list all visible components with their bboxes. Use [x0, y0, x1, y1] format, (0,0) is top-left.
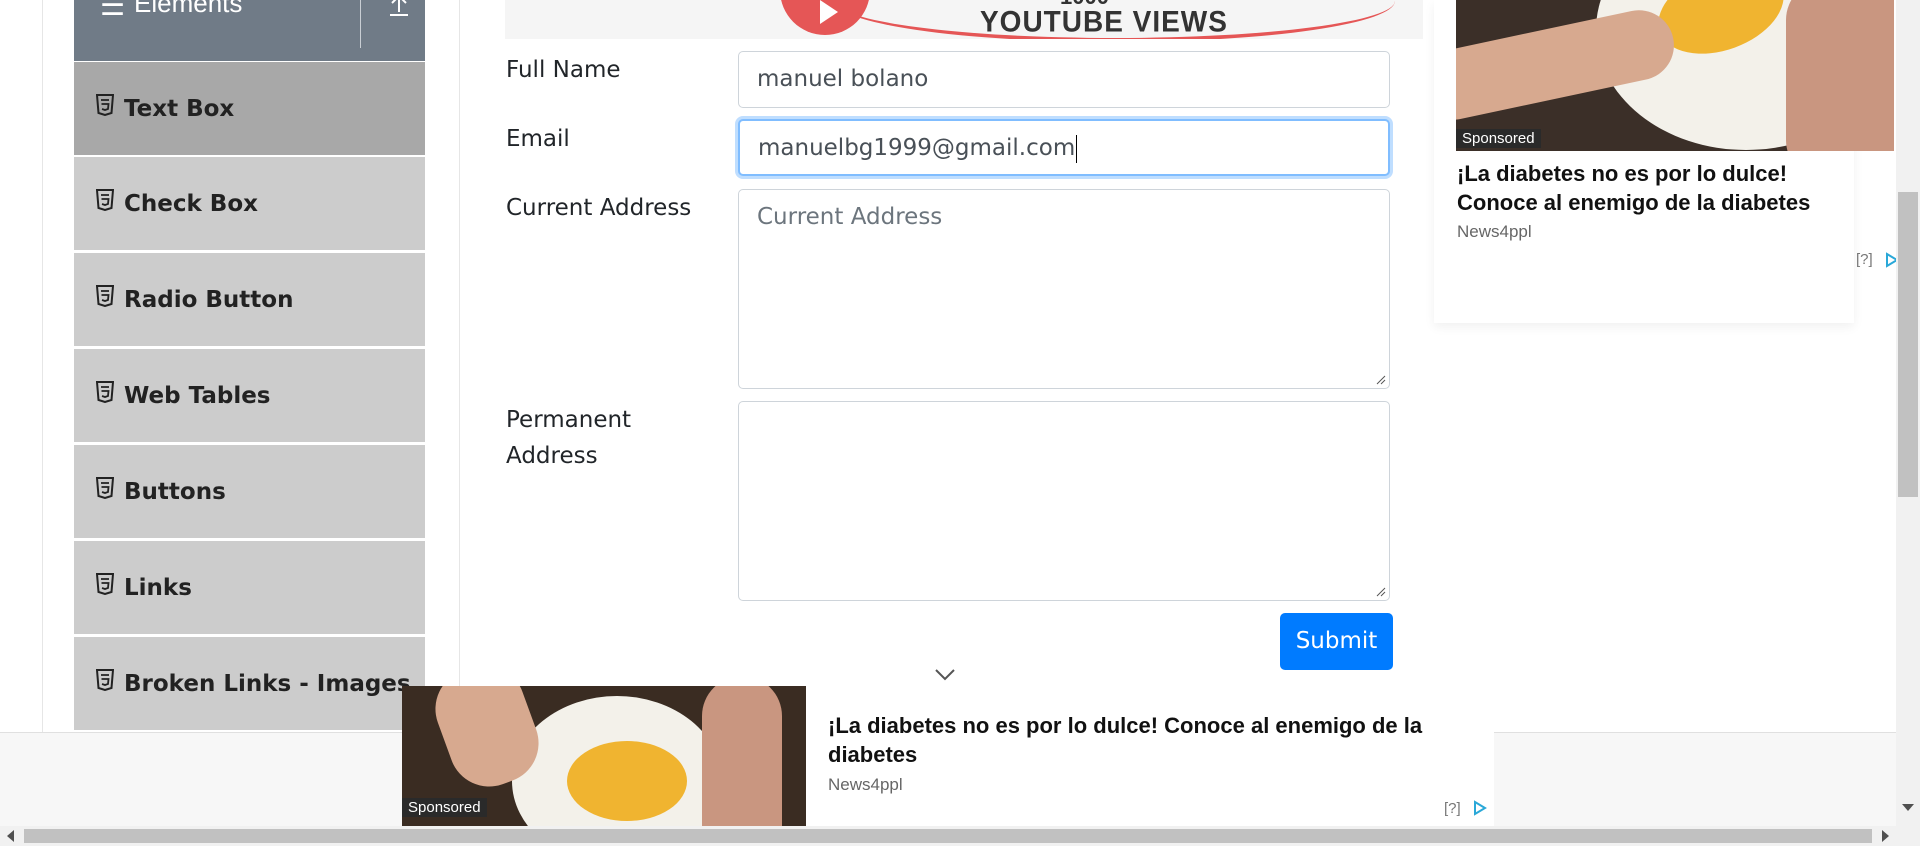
sidebar-item-label: Text Box: [124, 96, 235, 122]
sidebar-item-buttons[interactable]: Buttons: [74, 444, 425, 538]
right-sponsored-ad[interactable]: Sponsored ¡La diabetes no es por lo dulc…: [1434, 0, 1899, 323]
permanent-address-label-line1: Permanent: [506, 407, 632, 433]
banner-text: YOUTUBE VIEWS: [980, 5, 1228, 38]
email-input[interactable]: manuelbg1999@gmail.com: [738, 119, 1390, 176]
sidebar-item-broken-links[interactable]: Broken Links - Images: [74, 636, 425, 730]
full-name-value: manuel bolano: [757, 66, 929, 92]
current-address-label: Current Address: [506, 195, 692, 221]
html5-icon: [96, 189, 114, 211]
resize-handle-icon[interactable]: [1376, 587, 1386, 597]
youtube-views-banner[interactable]: 1000 YOUTUBE VIEWS: [505, 0, 1423, 39]
ad-title-line1[interactable]: ¡La diabetes no es por lo dulce! Conoce …: [828, 711, 1422, 741]
text-caret: [1076, 134, 1078, 163]
resize-handle-icon[interactable]: [1376, 375, 1386, 385]
header-separator: [360, 0, 361, 48]
current-address-placeholder: Current Address: [757, 204, 943, 230]
ad-help[interactable]: [?]: [1856, 251, 1873, 268]
sidebar-item-label: Web Tables: [124, 383, 271, 409]
sidebar-item-label: Links: [124, 575, 192, 601]
html5-icon: [96, 285, 114, 307]
sidebar: ☰ Elements Text Box Check Box Radio Butt…: [74, 0, 425, 732]
sponsored-tag: Sponsored: [402, 798, 487, 817]
ad-title-line2[interactable]: Conoce al enemigo de la diabetes: [1457, 188, 1810, 218]
sidebar-item-links[interactable]: Links: [74, 540, 425, 634]
sidebar-item-label: Radio Button: [124, 287, 294, 313]
email-label: Email: [506, 126, 570, 152]
full-name-input[interactable]: manuel bolano: [738, 51, 1390, 108]
html5-icon: [96, 94, 114, 116]
ad-source: News4ppl: [828, 775, 903, 794]
submit-button[interactable]: Submit: [1280, 613, 1393, 670]
ad-title-line1[interactable]: ¡La diabetes no es por lo dulce!: [1457, 159, 1787, 189]
sidebar-item-radio-button[interactable]: Radio Button: [74, 252, 425, 346]
hamburger-icon: ☰: [100, 0, 126, 21]
sidebar-item-label: Broken Links - Images: [124, 671, 411, 697]
elements-group-title: Elements: [134, 0, 243, 18]
horizontal-scrollbar[interactable]: [0, 826, 1920, 846]
vertical-scrollbar[interactable]: [1896, 0, 1920, 826]
email-value: manuelbg1999@gmail.com: [758, 135, 1076, 161]
permanent-address-textarea[interactable]: [738, 401, 1390, 601]
play-icon: [820, 0, 838, 24]
content-divider: [459, 0, 460, 732]
full-name-label: Full Name: [506, 57, 621, 83]
ad-image: Sponsored: [1456, 0, 1894, 151]
vertical-scrollbar-thumb[interactable]: [1898, 192, 1918, 497]
html5-icon: [96, 381, 114, 403]
chevron-down-icon[interactable]: [934, 668, 956, 682]
adchoices-icon[interactable]: [1472, 800, 1488, 816]
permanent-address-label-line2: Address: [506, 443, 598, 469]
ad-source: News4ppl: [1457, 222, 1532, 241]
left-gutter-divider: [42, 0, 43, 732]
elements-group-header[interactable]: ☰ Elements: [74, 0, 425, 61]
ad-image: Sponsored: [402, 686, 806, 826]
ad-help[interactable]: [?]: [1444, 800, 1461, 817]
html5-icon: [96, 573, 114, 595]
collapse-icon[interactable]: [386, 0, 412, 18]
sponsored-tag: Sponsored: [1456, 129, 1541, 148]
horizontal-scrollbar-thumb[interactable]: [24, 829, 1872, 843]
html5-icon: [96, 477, 114, 499]
bottom-sponsored-ad[interactable]: Sponsored ¡La diabetes no es por lo dulc…: [402, 686, 1494, 826]
scroll-left-arrow-icon[interactable]: [7, 830, 14, 842]
ad-title-line2[interactable]: diabetes: [828, 740, 917, 770]
sidebar-item-label: Buttons: [124, 479, 226, 505]
scroll-right-arrow-icon[interactable]: [1882, 830, 1889, 842]
scroll-down-arrow-icon[interactable]: [1902, 804, 1914, 811]
sidebar-item-check-box[interactable]: Check Box: [74, 156, 425, 250]
sidebar-item-web-tables[interactable]: Web Tables: [74, 348, 425, 442]
html5-icon: [96, 669, 114, 691]
current-address-textarea[interactable]: Current Address: [738, 189, 1390, 389]
sidebar-item-text-box[interactable]: Text Box: [74, 61, 425, 155]
sidebar-item-label: Check Box: [124, 191, 258, 217]
